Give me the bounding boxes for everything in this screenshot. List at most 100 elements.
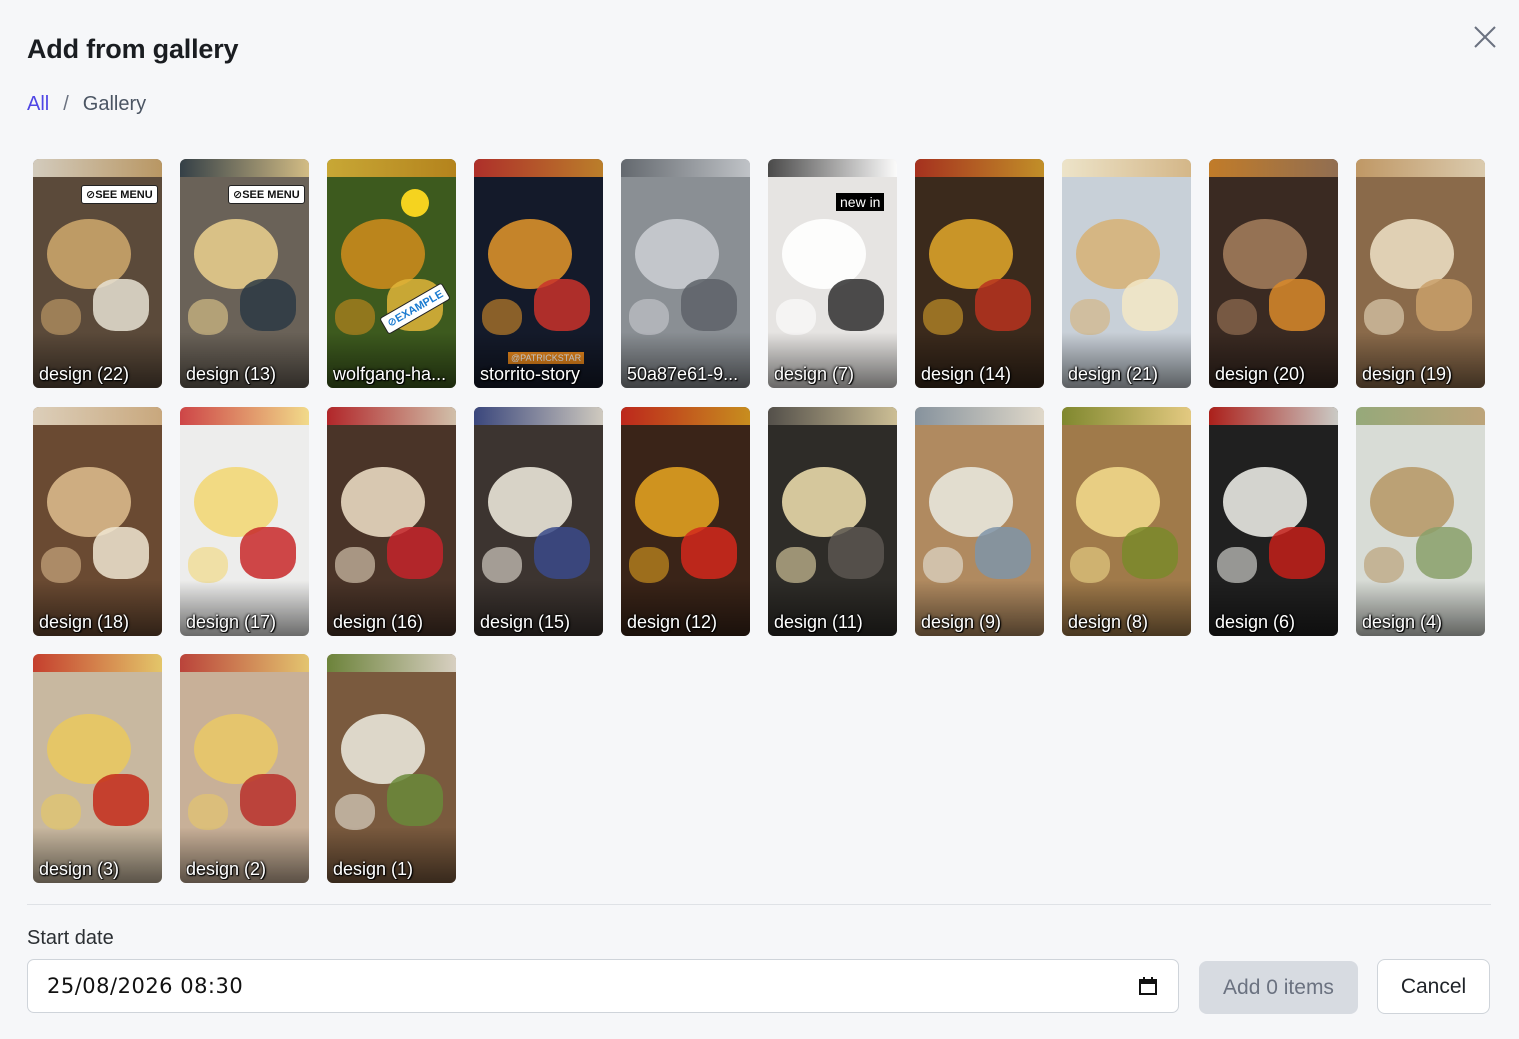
thumbnail-overlay-text: ⊘SEE MENU (228, 185, 305, 204)
thumbnail-strip (1209, 159, 1338, 177)
thumbnail-shape (975, 279, 1031, 331)
gallery-item-label: design (15) (480, 612, 571, 632)
thumbnail-shape (188, 299, 228, 335)
gallery-item[interactable]: new in design (7) (768, 159, 897, 388)
gallery-item-label: 50a87e61-9... (627, 364, 739, 384)
dialog-title: Add from gallery (27, 34, 239, 64)
gallery-item-label: design (4) (1362, 612, 1443, 632)
gallery-item[interactable]: design (15) (474, 407, 603, 636)
thumbnail-strip (327, 654, 456, 672)
thumbnail-shape (41, 299, 81, 335)
thumbnail-shape (776, 547, 816, 583)
gallery-item[interactable]: design (11) (768, 407, 897, 636)
thumbnail-strip (621, 407, 750, 425)
gallery-item-label: design (20) (1215, 364, 1306, 384)
thumbnail-shape (1217, 547, 1257, 583)
thumbnail-shape (681, 527, 737, 579)
thumbnail-strip (327, 407, 456, 425)
thumbnail-shape (240, 527, 296, 579)
gallery-item[interactable]: design (18) (33, 407, 162, 636)
thumbnail-shape (387, 527, 443, 579)
thumbnail-strip (474, 407, 603, 425)
gallery-item-label: design (17) (186, 612, 277, 632)
gallery-item[interactable]: design (21) (1062, 159, 1191, 388)
gallery-item[interactable]: design (16) (327, 407, 456, 636)
gallery-grid: ⊘SEE MENU design (22) ⊘SEE MENU design (13)… (33, 159, 1493, 889)
thumbnail-shape (1364, 299, 1404, 335)
start-date-input[interactable]: 25/08/2026 08:30 (27, 959, 1179, 1013)
breadcrumb-all-link[interactable]: All (27, 93, 49, 116)
thumbnail-shape (1122, 527, 1178, 579)
gallery-item-label: design (3) (39, 859, 120, 879)
breadcrumb-separator: / (63, 93, 69, 115)
gallery-item-label: design (2) (186, 859, 267, 879)
thumbnail-shape (93, 527, 149, 579)
gallery-item[interactable]: design (17) (180, 407, 309, 636)
gallery-item[interactable]: design (8) (1062, 407, 1191, 636)
thumbnail-strip (474, 159, 603, 177)
gallery-item[interactable]: ⊘SEE MENU design (13) (180, 159, 309, 388)
thumbnail-shape (188, 547, 228, 583)
thumbnail-shape (681, 279, 737, 331)
gallery-item-label: design (14) (921, 364, 1012, 384)
thumbnail-strip (1209, 407, 1338, 425)
thumbnail-strip (33, 654, 162, 672)
thumbnail-strip (621, 159, 750, 177)
gallery-item-label: design (12) (627, 612, 718, 632)
gallery-item-label: design (22) (39, 364, 130, 384)
thumbnail-shape (923, 299, 963, 335)
thumbnail-strip (1062, 407, 1191, 425)
gallery-item[interactable]: design (20) (1209, 159, 1338, 388)
gallery-item[interactable]: design (9) (915, 407, 1044, 636)
gallery-item-label: storrito-story (480, 364, 581, 384)
thumbnail-shape (828, 279, 884, 331)
thumbnail-strip (180, 407, 309, 425)
gallery-item[interactable]: design (14) (915, 159, 1044, 388)
thumbnail-shape (1122, 279, 1178, 331)
gallery-item-label: design (19) (1362, 364, 1453, 384)
gallery-item[interactable]: design (4) (1356, 407, 1485, 636)
thumbnail-strip (915, 407, 1044, 425)
thumbnail-shape (482, 547, 522, 583)
thumbnail-shape (923, 547, 963, 583)
thumbnail-strip (180, 654, 309, 672)
gallery-item[interactable]: ⊘EXAMPLE wolfgang-ha... (327, 159, 456, 388)
breadcrumb-current: Gallery (82, 93, 147, 115)
thumbnail-strip (33, 159, 162, 177)
thumbnail-strip (915, 159, 1044, 177)
cancel-button[interactable]: Cancel (1377, 959, 1490, 1014)
calendar-icon[interactable] (1138, 976, 1158, 996)
thumbnail-shape (41, 547, 81, 583)
gallery-item[interactable]: @PATRICKSTARstorrito-story (474, 159, 603, 388)
thumbnail-shape (1070, 547, 1110, 583)
thumbnail-strip (1356, 159, 1485, 177)
thumbnail-strip (1062, 159, 1191, 177)
gallery-item[interactable]: design (1) (327, 654, 456, 883)
gallery-item[interactable]: design (12) (621, 407, 750, 636)
thumbnail-strip (180, 159, 309, 177)
thumbnail-strip (33, 407, 162, 425)
thumbnail-strip (1356, 407, 1485, 425)
start-date-value: 25/08/2026 08:30 (47, 974, 244, 998)
thumbnail-shape (1364, 547, 1404, 583)
thumbnail-shape (335, 547, 375, 583)
thumbnail-overlay-text: ⊘SEE MENU (81, 185, 158, 204)
gallery-item-label: design (8) (1068, 612, 1149, 632)
gallery-item[interactable]: design (2) (180, 654, 309, 883)
thumbnail-shape (387, 774, 443, 826)
close-icon[interactable] (1470, 22, 1500, 52)
add-items-button[interactable]: Add 0 items (1199, 961, 1358, 1014)
thumbnail-shape (828, 527, 884, 579)
thumbnail-shape (240, 774, 296, 826)
thumbnail-shape (629, 547, 669, 583)
gallery-item[interactable]: ⊘SEE MENU design (22) (33, 159, 162, 388)
gallery-item-label: design (21) (1068, 364, 1159, 384)
gallery-item-label: design (13) (186, 364, 277, 384)
gallery-item[interactable]: design (19) (1356, 159, 1485, 388)
thumbnail-shape (93, 774, 149, 826)
gallery-item[interactable]: 50a87e61-9... (621, 159, 750, 388)
gallery-item[interactable]: design (3) (33, 654, 162, 883)
gallery-item-label: design (11) (774, 612, 863, 632)
thumbnail-shape (93, 279, 149, 331)
gallery-item[interactable]: design (6) (1209, 407, 1338, 636)
